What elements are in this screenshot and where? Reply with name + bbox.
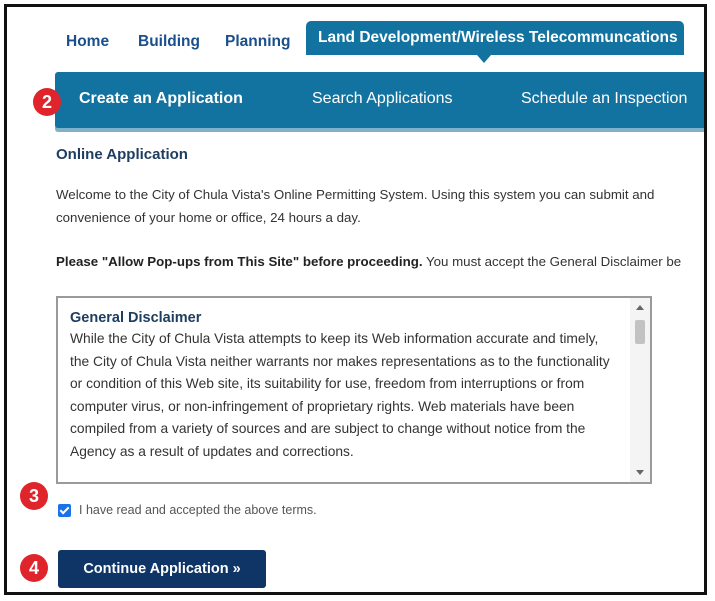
disclaimer-title: General Disclaimer <box>70 310 202 326</box>
active-tab-caret-icon <box>477 55 491 63</box>
step-badge-3: 3 <box>20 482 48 510</box>
popups-notice: Please "Allow Pop-ups from This Site" be… <box>56 250 681 273</box>
scroll-down-arrow-icon[interactable] <box>636 470 644 475</box>
terms-row: I have read and accepted the above terms… <box>58 503 317 517</box>
disclaimer-text: While the City of Chula Vista attempts t… <box>70 331 610 459</box>
scroll-thumb[interactable] <box>635 320 645 344</box>
disclaimer-box[interactable]: General Disclaimer While the City of Chu… <box>56 296 652 484</box>
sub-navigation: Create an Application Search Application… <box>55 72 704 128</box>
subnav-search-applications[interactable]: Search Applications <box>312 90 453 108</box>
terms-checkbox[interactable] <box>58 503 71 517</box>
tab-land-development[interactable]: Land Development/Wireless Telecommuncati… <box>306 21 684 55</box>
subnav-schedule-inspection[interactable]: Schedule an Inspection <box>521 90 687 108</box>
page-title: Online Application <box>56 146 188 163</box>
step-badge-4: 4 <box>20 554 48 582</box>
welcome-line-1: Welcome to the City of Chula Vista's Onl… <box>56 187 655 202</box>
tab-building[interactable]: Building <box>138 33 200 51</box>
popups-notice-bold: Please "Allow Pop-ups from This Site" be… <box>56 254 423 269</box>
browser-frame: Home Building Planning Land Development/… <box>4 4 707 595</box>
tab-home[interactable]: Home <box>66 33 109 51</box>
top-navigation: Home Building Planning Land Development/… <box>7 7 704 69</box>
popups-notice-rest: You must accept the General Disclaimer b… <box>422 254 682 269</box>
tab-planning[interactable]: Planning <box>225 33 290 51</box>
welcome-line-2: convenience of your home or office, 24 h… <box>56 210 361 225</box>
disclaimer-scrollbar[interactable] <box>630 298 650 482</box>
continue-application-button[interactable]: Continue Application » <box>58 550 266 588</box>
subnav-create-application[interactable]: Create an Application <box>79 90 243 108</box>
step-badge-2: 2 <box>33 88 61 116</box>
terms-label[interactable]: I have read and accepted the above terms… <box>79 503 317 517</box>
scroll-up-arrow-icon[interactable] <box>636 305 644 310</box>
